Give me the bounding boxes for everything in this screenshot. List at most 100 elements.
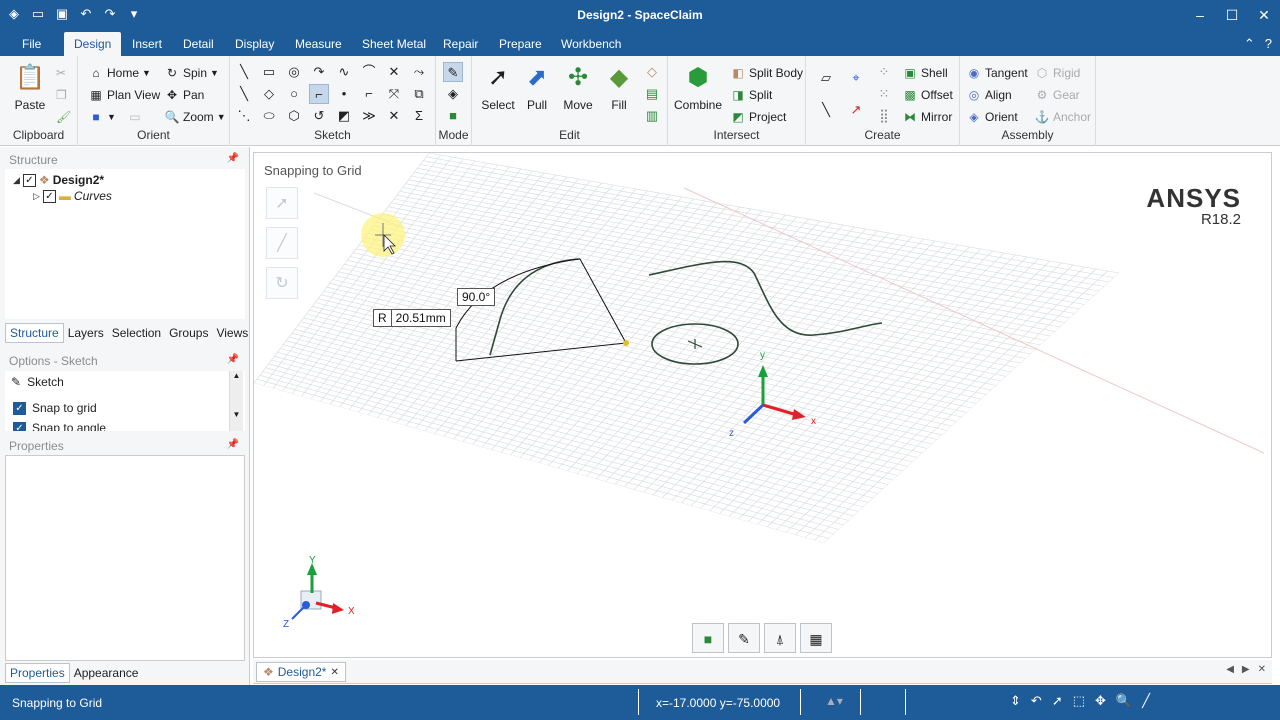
scroll-up-icon[interactable]: ▲ xyxy=(230,371,243,380)
point-axis-icon[interactable]: ↗ xyxy=(846,100,866,120)
format-painter-icon[interactable]: 🖌 xyxy=(56,110,71,124)
arc-tool-icon[interactable]: ↷ xyxy=(309,62,329,82)
spin-status-icon[interactable]: ⇕ xyxy=(1010,693,1021,709)
visibility-checkbox[interactable]: ✓ xyxy=(42,189,56,203)
shell-button[interactable]: ▣ Shell xyxy=(902,65,947,81)
zoom-button[interactable]: 🔍 Zoom ▼ xyxy=(164,109,226,125)
fill-pattern-icon[interactable]: ⣿ xyxy=(874,106,894,126)
sketch-mode-toggle-icon[interactable]: ✎ xyxy=(728,623,760,653)
viewport-canvas[interactable]: y x z Y X Z xyxy=(254,153,1273,659)
tab-views[interactable]: Views xyxy=(212,324,252,342)
pin-icon[interactable]: 📌 xyxy=(227,439,239,450)
tab-appearance[interactable]: Appearance xyxy=(70,664,143,682)
fillet-tool-icon[interactable]: ⌐ xyxy=(359,84,379,104)
warning-icon[interactable]: ▲▾ xyxy=(825,694,843,708)
help-icon[interactable]: ? xyxy=(1265,36,1272,52)
tab-display[interactable]: Display xyxy=(227,32,282,56)
collapse-ribbon-icon[interactable]: ⌃ xyxy=(1244,36,1255,52)
offset-curve-icon[interactable]: ≫ xyxy=(359,106,379,126)
face-curve-icon[interactable]: ◩ xyxy=(334,106,354,126)
construction-line-icon[interactable]: ⋱ xyxy=(234,106,254,126)
combine-button[interactable]: ⬢ Combine xyxy=(674,62,722,112)
tab-groups[interactable]: Groups xyxy=(165,324,212,342)
view-cube-button[interactable]: ■ ▼ ▭ xyxy=(88,109,143,125)
close-all-icon[interactable]: ✕ xyxy=(1258,664,1266,675)
tangent-line-icon[interactable]: ╲ xyxy=(234,84,254,104)
box-select-icon[interactable]: ⬚ xyxy=(1073,693,1085,709)
collapse-icon[interactable]: ◢ xyxy=(13,175,20,186)
replace-icon[interactable]: ▤ xyxy=(642,84,662,104)
linear-pattern-icon[interactable]: ⁘ xyxy=(874,62,894,82)
mirror-button[interactable]: ⧓ Mirror xyxy=(902,109,952,125)
point-tool-icon[interactable]: • xyxy=(334,84,354,104)
copy-icon[interactable]: ❐ xyxy=(56,88,67,102)
extend-tool-icon[interactable]: ⤧ xyxy=(384,84,404,104)
tab-selection[interactable]: Selection xyxy=(108,324,165,342)
circular-pattern-icon[interactable]: ⁙ xyxy=(874,84,894,104)
three-point-arc-icon[interactable]: ↺ xyxy=(309,106,329,126)
snap-to-grid-checkbox[interactable]: ✓ xyxy=(13,401,26,415)
blend-icon[interactable]: ◇ xyxy=(642,62,662,82)
visibility-checkbox[interactable]: ✓ xyxy=(22,173,36,187)
tab-workbench[interactable]: Workbench xyxy=(553,32,629,56)
select-status-icon[interactable]: ➚ xyxy=(1052,693,1063,709)
line-tool-icon[interactable]: ╲ xyxy=(234,62,254,82)
next-tab-icon[interactable]: ▶ xyxy=(1242,664,1250,675)
fill-button[interactable]: ◆ Fill xyxy=(600,62,638,112)
dimension-tool-icon[interactable]: Σ xyxy=(409,106,429,126)
rigid-button[interactable]: ⬡ Rigid xyxy=(1034,65,1081,81)
undo-view-icon[interactable]: ↶ xyxy=(1031,693,1042,709)
ellipse-tool-icon[interactable]: ⬭ xyxy=(259,106,279,126)
maximize-button[interactable]: ☐ xyxy=(1216,0,1248,30)
close-button[interactable]: ✕ xyxy=(1248,0,1280,30)
angle-dimension[interactable]: 90.0° xyxy=(457,288,496,306)
design-viewport[interactable]: y x z Y X Z Snapping to Grid ANSYS R18.2… xyxy=(253,152,1272,658)
pan-button[interactable]: ✥ Pan xyxy=(164,87,204,103)
spin-button[interactable]: ↻ Spin ▼ xyxy=(164,65,219,81)
tweak-face-icon[interactable]: ▥ xyxy=(642,106,662,126)
split-body-button[interactable]: ◧ Split Body xyxy=(730,65,803,81)
sweep-arc-icon[interactable]: ⌐ xyxy=(309,84,329,104)
anchor-button[interactable]: ⚓ Anchor xyxy=(1034,109,1092,125)
select-mode-icon[interactable]: ➚ xyxy=(266,187,298,219)
pin-icon[interactable]: 📌 xyxy=(227,153,239,164)
snap-to-angle-checkbox[interactable]: ✓ xyxy=(13,421,26,431)
paste-button[interactable]: 📋 Paste xyxy=(10,62,50,112)
spline-tool-icon[interactable]: ∿ xyxy=(334,62,354,82)
tab-properties[interactable]: Properties xyxy=(5,663,70,683)
align-button[interactable]: ◎ Align xyxy=(966,87,1012,103)
document-tab-design2[interactable]: ❖ Design2* ✕ xyxy=(256,662,346,682)
three-point-circle-icon[interactable]: ○ xyxy=(284,84,304,104)
sketch-mode-icon[interactable]: ✎ xyxy=(443,62,463,82)
tab-detail[interactable]: Detail xyxy=(175,32,222,56)
tab-insert[interactable]: Insert xyxy=(124,32,170,56)
plane-icon[interactable]: ▱ xyxy=(816,68,836,88)
polygon-tool-icon[interactable]: ⬡ xyxy=(284,106,304,126)
plan-view-toggle-icon[interactable]: ▦ xyxy=(800,623,832,653)
tab-structure[interactable]: Structure xyxy=(5,323,64,343)
arc-mode-icon[interactable]: ↻ xyxy=(266,267,298,299)
move-button[interactable]: ✣ Move xyxy=(558,62,598,112)
pin-icon[interactable]: 📌 xyxy=(227,354,239,365)
origin-icon[interactable]: ⌖ xyxy=(846,68,866,88)
three-point-rect-icon[interactable]: ◇ xyxy=(259,84,279,104)
home-button[interactable]: ⌂ Home ▼ xyxy=(88,65,151,81)
split-button[interactable]: ◨ Split xyxy=(730,87,772,103)
pull-button[interactable]: ⬈ Pull xyxy=(518,62,556,112)
3d-mode-icon[interactable]: ■ xyxy=(443,106,463,126)
tab-prepare[interactable]: Prepare xyxy=(491,32,550,56)
options-scrollbar[interactable]: ▲ ▼ xyxy=(229,371,243,431)
tree-item-root[interactable]: ◢ ✓ ❖ Design2* xyxy=(13,172,104,188)
radius-value[interactable]: 20.51mm xyxy=(392,310,450,326)
snap-to-grid-option[interactable]: ✓ Snap to grid xyxy=(13,401,97,415)
orient-assembly-button[interactable]: ◈ Orient xyxy=(966,109,1017,125)
scroll-down-icon[interactable]: ▼ xyxy=(230,410,243,419)
project-button[interactable]: ◩ Project xyxy=(730,109,786,125)
tangent-arc-icon[interactable]: ⌒ xyxy=(359,62,379,82)
arc-endpoint[interactable] xyxy=(623,340,629,346)
tab-sheet-metal[interactable]: Sheet Metal xyxy=(354,32,434,56)
gear-button[interactable]: ⚙ Gear xyxy=(1034,87,1080,103)
prev-tab-icon[interactable]: ◀ xyxy=(1226,664,1234,675)
section-mode-icon[interactable]: ◈ xyxy=(443,84,463,104)
zoom-status-icon[interactable]: 🔍 xyxy=(1116,693,1132,709)
